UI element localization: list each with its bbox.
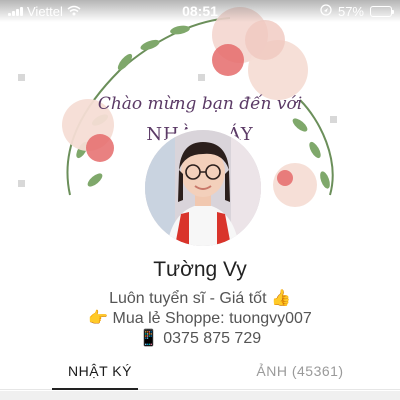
battery-icon [370, 5, 394, 17]
bio-line-3: 📱 0375 875 729 [0, 328, 400, 348]
wifi-icon [67, 4, 81, 19]
signal-icon [8, 6, 23, 16]
bio-line-1-text: Luôn tuyển sĩ - Giá tốt [109, 290, 267, 307]
location-icon [320, 3, 332, 19]
pointing-hand-icon: 👉 [88, 308, 109, 327]
bio-line-2-text: Mua lẻ Shoppe: tuongvy007 [112, 310, 312, 327]
tab-photos[interactable]: ẢNH (45361) [200, 352, 400, 389]
avatar[interactable] [142, 127, 264, 249]
cover-welcome-text: Chào mừng bạn đến với [97, 94, 303, 114]
battery-percent: 57% [337, 3, 364, 19]
status-time: 08:51 [182, 3, 218, 19]
bio-line-2: 👉 Mua lẻ Shoppe: tuongvy007 [0, 308, 400, 328]
carrier-name: Viettel [27, 3, 63, 19]
back-button[interactable] [8, 28, 30, 52]
section-divider [0, 391, 400, 400]
status-right: 57% [252, 3, 394, 19]
more-options-button[interactable] [364, 32, 392, 48]
status-left: Viettel [8, 4, 148, 19]
avatar-photo [145, 130, 261, 246]
status-bar: Viettel 08:51 57% [0, 0, 400, 22]
chevron-left-icon [13, 30, 25, 50]
profile-name: Tường Vy [153, 258, 247, 281]
tab-diary[interactable]: NHẬT KÝ [0, 352, 200, 390]
mobile-phone-icon: 📱 [138, 328, 159, 347]
phone-number[interactable]: 0375 875 729 [163, 330, 261, 347]
more-dot [383, 37, 389, 43]
thumbs-up-icon: 👍 [270, 288, 291, 307]
more-dot [367, 37, 373, 43]
more-dot [375, 37, 381, 43]
profile-tabs: NHẬT KÝ ẢNH (45361) [0, 352, 400, 390]
bio-line-1: Luôn tuyển sĩ - Giá tốt 👍 [0, 288, 400, 308]
